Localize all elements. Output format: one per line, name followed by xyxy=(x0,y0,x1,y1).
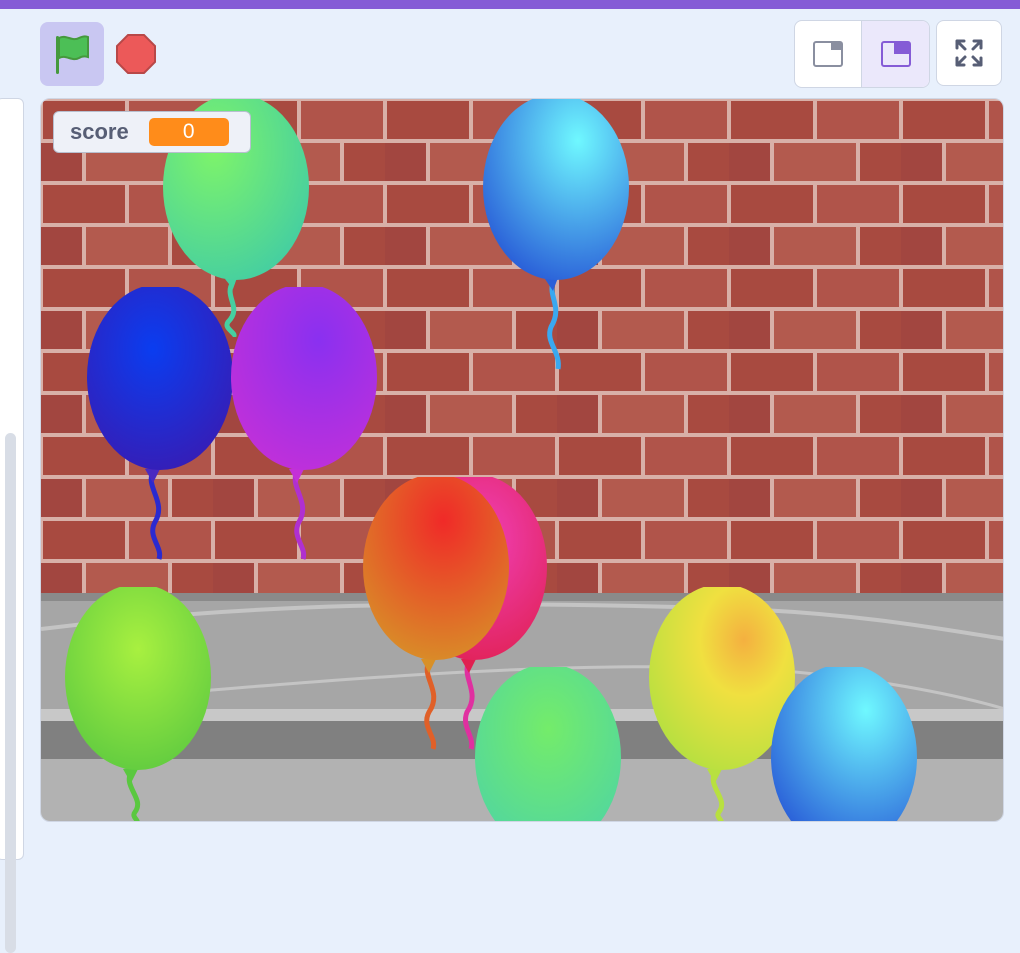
fullscreen-button[interactable] xyxy=(936,20,1002,86)
green-flag-icon xyxy=(56,35,89,74)
balloon-sprite-lime[interactable] xyxy=(65,587,215,822)
large-stage-layout-icon xyxy=(880,41,911,67)
balloon-sprite-mint[interactable] xyxy=(475,667,625,822)
small-stage-layout-icon xyxy=(813,41,843,67)
stop-sign-icon xyxy=(116,34,156,74)
score-monitor-value: 0 xyxy=(148,118,229,146)
green-flag-button[interactable] xyxy=(40,22,104,86)
score-monitor-label: score xyxy=(70,119,129,144)
large-stage-button[interactable] xyxy=(862,21,929,87)
small-stage-button[interactable] xyxy=(795,21,862,87)
stop-button[interactable] xyxy=(112,30,160,78)
fullscreen-icon xyxy=(955,39,983,67)
code-area-edge xyxy=(0,98,24,953)
scrollbar[interactable] xyxy=(5,433,16,953)
stage-size-toggle xyxy=(794,20,930,88)
stage[interactable]: score 0 xyxy=(40,98,1004,822)
balloon-sprite-purple[interactable] xyxy=(231,287,381,562)
score-monitor[interactable]: score 0 xyxy=(53,111,251,153)
balloon-sprite-dark-blue[interactable] xyxy=(87,287,237,562)
balloon-sprite-light-blue[interactable] xyxy=(483,98,633,372)
balloon-sprite-sky-blue[interactable] xyxy=(771,667,921,822)
menu-bar xyxy=(0,0,1020,9)
